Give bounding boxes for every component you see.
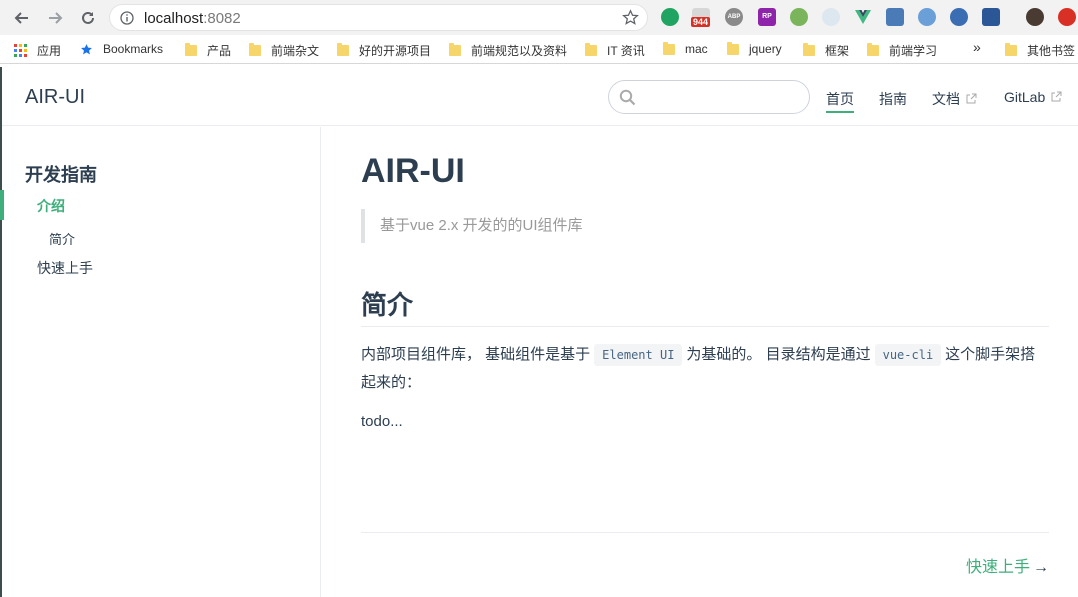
bookmark-folder[interactable]: 框架 <box>803 42 849 59</box>
page-title: AIR-UI <box>361 152 465 190</box>
nav-label: 指南 <box>879 91 907 107</box>
reload-icon <box>82 11 94 24</box>
gmail-icon[interactable]: 944 <box>691 8 711 27</box>
inline-code: vue-cli <box>874 344 942 366</box>
address-bar[interactable]: localhost:8082 <box>109 4 648 31</box>
nav-label: 首页 <box>826 91 854 107</box>
sidebar-subitem-overview[interactable]: 简介 <box>49 229 75 248</box>
site-header: AIR-UI 首页 指南 文档 GitLab <box>0 68 1078 126</box>
divider <box>361 532 1049 533</box>
update-icon[interactable] <box>1058 8 1076 26</box>
folder-icon <box>585 43 597 56</box>
reload-button[interactable] <box>76 6 100 30</box>
other-bookmarks[interactable]: 其他书签 <box>1005 42 1075 59</box>
apps-grid-icon <box>14 43 27 57</box>
bookmark-label: 框架 <box>825 44 850 58</box>
bookmark-label: mac <box>685 42 708 56</box>
sidebar-item-label: 介绍 <box>37 198 65 214</box>
sidebar-heading[interactable]: 开发指南 <box>25 161 97 187</box>
site-title[interactable]: AIR-UI <box>25 86 85 109</box>
nav-gitlab[interactable]: GitLab <box>1004 89 1062 105</box>
folder-icon <box>1005 43 1017 56</box>
section-title: 简介 <box>361 285 1049 327</box>
react-devtools-icon[interactable] <box>822 8 840 26</box>
nav-guide[interactable]: 指南 <box>879 89 907 109</box>
bookmark-star-icon[interactable] <box>622 9 639 26</box>
ext-circle-icon[interactable] <box>790 8 808 26</box>
bookmark-folder[interactable]: 好的开源项目 <box>337 42 431 59</box>
folder-icon <box>663 41 675 55</box>
apps-shortcut[interactable]: 应用 <box>14 42 61 59</box>
star-icon <box>81 43 92 54</box>
bookmark-label: Bookmarks <box>103 42 164 56</box>
folder-icon <box>867 43 879 56</box>
todo-text: todo... <box>361 413 403 430</box>
ext-image-icon[interactable] <box>886 8 904 26</box>
next-page-link[interactable]: 快速上手 → <box>966 553 1049 577</box>
ext-green-icon[interactable] <box>661 8 679 26</box>
mail-badge: 944 <box>691 17 711 27</box>
inline-code: Element UI <box>594 344 683 366</box>
next-page-label: 快速上手 <box>965 559 1030 576</box>
search-input[interactable] <box>608 80 810 114</box>
sidebar: 开发指南 介绍 简介 快速上手 <box>0 127 321 597</box>
back-button[interactable] <box>10 6 34 30</box>
bookmark-label: 好的开源项目 <box>359 44 432 58</box>
folder-icon <box>249 43 261 56</box>
avatar[interactable] <box>1026 8 1044 26</box>
bookmark-label: 前端规范以及资料 <box>471 44 568 58</box>
apps-label: 应用 <box>37 44 62 58</box>
folder-icon <box>337 43 349 56</box>
url-text: localhost:8082 <box>144 10 241 27</box>
nav-label: 文档 <box>932 91 960 107</box>
browser-toolbar: localhost:8082 944 ABP RP <box>0 0 1078 35</box>
nav-docs[interactable]: 文档 <box>932 89 977 109</box>
blockquote: 基于vue 2.x 开发的的UI组件库 <box>361 209 583 243</box>
paragraph: 内部项目组件库， 基础组件是基于 Element UI 为基础的。 目录结构是通过 v… <box>361 341 1049 396</box>
folder-icon <box>727 41 739 55</box>
back-arrow-icon <box>14 12 28 24</box>
bookmark-folder[interactable]: 前端学习 <box>867 42 937 59</box>
right-arrow-icon: → <box>1033 559 1049 576</box>
ext-globe-icon[interactable] <box>918 8 936 26</box>
bookmark-folder[interactable]: 前端规范以及资料 <box>449 42 567 59</box>
bookmark-folder[interactable]: mac <box>663 41 708 56</box>
paragraph-text: 内部项目组件库， 基础组件是基于 <box>361 346 591 363</box>
bookmark-folder[interactable]: IT 资讯 <box>585 42 645 59</box>
adblock-icon[interactable]: ABP <box>725 8 743 26</box>
bookmark-bookmarks[interactable]: Bookmarks <box>80 42 163 56</box>
vue-devtools-icon[interactable] <box>854 8 872 26</box>
info-icon[interactable] <box>120 11 134 25</box>
bookmarks-bar: 应用 Bookmarks 产品 前端杂文 好的开源项目 前端规范以及资料 IT … <box>0 35 1078 64</box>
bookmark-label: 前端杂文 <box>271 44 320 58</box>
folder-icon <box>185 43 197 56</box>
bookmark-folder[interactable]: jquery <box>727 41 782 56</box>
search-icon <box>619 89 636 106</box>
nav-label: GitLab <box>1004 89 1046 105</box>
bookmark-label: 前端学习 <box>889 44 938 58</box>
folder-icon <box>803 43 815 56</box>
bookmark-label: 产品 <box>207 44 232 58</box>
ext-network-icon[interactable] <box>950 8 968 26</box>
bookmark-folder[interactable]: 产品 <box>185 42 231 59</box>
paragraph-text: 为基础的。 目录结构是通过 <box>686 346 871 363</box>
ext-rp-icon[interactable]: RP <box>758 8 776 26</box>
bookmark-folder[interactable]: 前端杂文 <box>249 42 319 59</box>
sidebar-item-quickstart[interactable]: 快速上手 <box>37 258 93 278</box>
nav-home[interactable]: 首页 <box>826 89 854 113</box>
external-link-icon <box>1051 91 1062 102</box>
bookmark-label: jquery <box>749 42 782 56</box>
folder-icon <box>449 43 461 56</box>
ext-square-icon[interactable] <box>982 8 1000 26</box>
sidebar-item-intro[interactable]: 介绍 <box>0 190 320 220</box>
bookmarks-overflow-button[interactable]: » <box>973 39 981 55</box>
forward-arrow-icon <box>49 12 63 24</box>
forward-button[interactable] <box>43 6 67 30</box>
bookmark-label: 其他书签 <box>1027 44 1076 58</box>
external-link-icon <box>966 93 977 104</box>
bookmark-label: IT 资讯 <box>607 44 645 58</box>
